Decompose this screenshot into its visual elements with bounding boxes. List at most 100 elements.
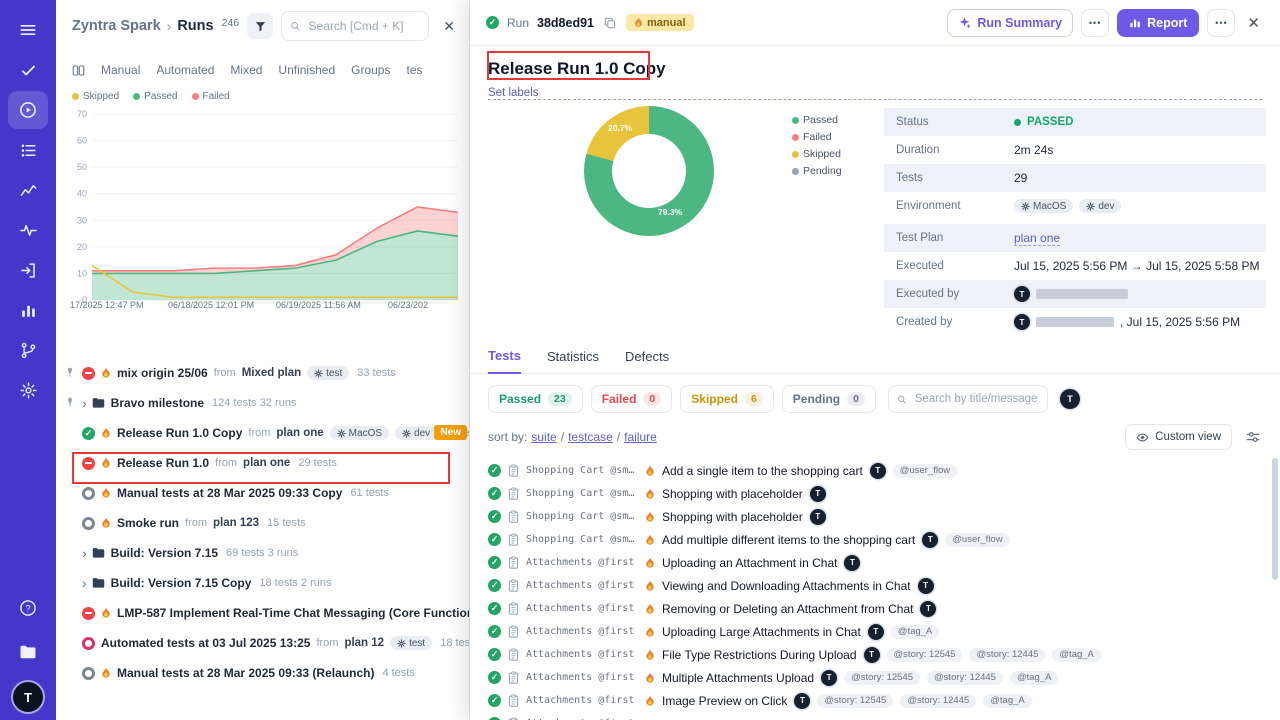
search-icon — [897, 394, 907, 405]
close-icon[interactable]: ✕ — [437, 16, 461, 37]
filter-chip-pending[interactable]: Pending0 — [782, 385, 876, 413]
run-list-item[interactable]: Automated tests at 03 Jul 2025 13:25from… — [56, 628, 469, 658]
run-list-item[interactable]: Release Run 1.0fromplan one29 tests — [56, 448, 469, 478]
testcase-icon — [508, 648, 519, 661]
assignee-avatar[interactable]: T — [868, 624, 884, 640]
assignee-avatar[interactable]: T — [810, 509, 826, 525]
assignee-avatar[interactable]: T — [918, 578, 934, 594]
expand-chevron-icon[interactable]: › — [82, 576, 87, 590]
runs-tab-tes[interactable]: tes — [406, 63, 422, 77]
filter-chip-skipped[interactable]: Skipped6 — [680, 385, 774, 413]
runs-tab-automated[interactable]: Automated — [156, 63, 214, 77]
sort-by-suite[interactable]: suite — [531, 430, 556, 444]
user-avatar[interactable]: T — [13, 682, 43, 712]
test-row[interactable]: ✓Attachments @firstRemoving or Deleting … — [488, 597, 1266, 620]
plan-name[interactable]: plan one — [243, 457, 290, 469]
set-labels-link[interactable]: Set labels — [488, 87, 1262, 100]
test-row[interactable]: ✓Attachments @firstImage Preview on Clic… — [488, 689, 1266, 712]
breadcrumb-project[interactable]: Zyntra Spark — [72, 18, 161, 34]
runs-tab-unfinished[interactable]: Unfinished — [278, 63, 335, 77]
runs-tab-groups[interactable]: Groups — [351, 63, 390, 77]
plan-name[interactable]: Mixed plan — [242, 367, 301, 379]
close-drawer-icon[interactable]: ✕ — [1243, 12, 1264, 34]
folder-icon[interactable] — [8, 633, 48, 671]
sort-by-failure[interactable]: failure — [624, 430, 657, 444]
svg-text:30: 30 — [77, 215, 87, 225]
plan-name[interactable]: plan 123 — [213, 517, 259, 529]
run-list-item[interactable]: Manual tests at 28 Mar 2025 09:33 (Relau… — [56, 658, 469, 688]
results-donut-chart: 20.7% 79.3% — [584, 106, 714, 236]
test-row[interactable]: ✓Attachments @firstFile Type Restriction… — [488, 643, 1266, 666]
assignee-avatar[interactable]: T — [844, 555, 860, 571]
sort-by-testcase[interactable]: testcase — [568, 430, 613, 444]
run-list-item[interactable]: ›Bravo milestone124 tests 32 runs — [56, 388, 469, 418]
more-options-icon[interactable]: ••• — [1081, 9, 1109, 37]
activity-icon[interactable] — [8, 211, 48, 249]
help-icon[interactable]: ? — [8, 589, 48, 627]
bar-chart-icon[interactable] — [8, 291, 48, 329]
menu-icon[interactable] — [8, 11, 48, 49]
filter-chip-failed[interactable]: Failed0 — [591, 385, 673, 413]
user-avatar: T — [1014, 286, 1030, 302]
assignee-avatar[interactable]: T — [920, 601, 936, 617]
test-row[interactable]: ✓Attachments @firstMultiple Attachments … — [488, 666, 1266, 689]
run-list-item[interactable]: Smoke runfromplan 12315 tests — [56, 508, 469, 538]
line-chart-icon[interactable] — [8, 171, 48, 209]
play-circle-icon[interactable] — [8, 91, 48, 129]
gear-icon[interactable] — [8, 371, 48, 409]
report-button[interactable]: Report — [1117, 9, 1199, 37]
flame-icon — [101, 667, 111, 679]
test-row[interactable]: ✓Attachments @firstUploading Large Attac… — [488, 620, 1266, 643]
assignee-avatar[interactable]: T — [810, 486, 826, 502]
tab-statistics[interactable]: Statistics — [547, 349, 599, 373]
branch-icon[interactable] — [8, 331, 48, 369]
breadcrumb-current: Runs — [177, 18, 213, 34]
runs-tab-mixed[interactable]: Mixed — [230, 63, 262, 77]
test-row[interactable]: ✓Shopping Cart @sm…Shopping with placeho… — [488, 482, 1266, 505]
assignee-filter-button[interactable]: T — [1058, 387, 1082, 411]
test-row[interactable]: ✓Attachments @first — [488, 712, 1266, 720]
plan-name[interactable]: plan 12 — [344, 637, 384, 649]
runs-search-input[interactable] — [307, 18, 421, 34]
assignee-avatar[interactable]: T — [922, 532, 938, 548]
run-summary-button[interactable]: Run Summary — [947, 9, 1073, 37]
test-row[interactable]: ✓Shopping Cart @sm…Shopping with placeho… — [488, 505, 1266, 528]
test-row[interactable]: ✓Shopping Cart @sm…Add multiple differen… — [488, 528, 1266, 551]
run-list-item[interactable]: LMP-587 Implement Real-Time Chat Messagi… — [56, 598, 469, 628]
test-row[interactable]: ✓Shopping Cart @sm…Add a single item to … — [488, 459, 1266, 482]
run-list-item[interactable]: mix origin 25/06fromMixed plan test33 te… — [56, 358, 469, 388]
assignee-avatar[interactable]: T — [821, 670, 837, 686]
expand-chevron-icon[interactable]: › — [82, 546, 87, 560]
status-passed-icon: ✓ — [82, 427, 95, 440]
run-list-item[interactable]: ›Build: Version 7.1569 tests 3 runs — [56, 538, 469, 568]
test-row[interactable]: ✓Attachments @firstViewing and Downloadi… — [488, 574, 1266, 597]
expand-chevron-icon[interactable]: › — [82, 396, 87, 410]
more-options-icon[interactable]: ••• — [1207, 9, 1235, 37]
assignee-avatar[interactable]: T — [870, 463, 886, 479]
plan-name[interactable]: plan one — [276, 427, 323, 439]
run-list-item[interactable]: ›Build: Version 7.15 Copy18 tests 2 runs — [56, 568, 469, 598]
tests-search-input[interactable] — [913, 392, 1039, 406]
scrollbar-thumb[interactable] — [1272, 458, 1278, 580]
display-settings-icon[interactable] — [1244, 428, 1262, 446]
detail-tabs: Tests Statistics Defects — [470, 342, 1280, 374]
run-list-item[interactable]: Manual tests at 28 Mar 2025 09:33 Copy61… — [56, 478, 469, 508]
tab-defects[interactable]: Defects — [625, 349, 669, 373]
tab-tests[interactable]: Tests — [488, 348, 521, 374]
test-row[interactable]: ✓Attachments @firstUploading an Attachme… — [488, 551, 1266, 574]
test-plan-link[interactable]: plan one — [1014, 231, 1060, 246]
run-list-item[interactable]: ✓Release Run 1.0 Copyfromplan one MacOS … — [56, 418, 469, 448]
svg-text:70: 70 — [77, 109, 87, 119]
filter-funnel-icon[interactable] — [247, 13, 273, 39]
custom-view-button[interactable]: Custom view — [1125, 424, 1232, 450]
filter-chip-passed[interactable]: Passed23 — [488, 385, 583, 413]
list-icon[interactable] — [8, 131, 48, 169]
from-label: from — [185, 517, 207, 529]
assignee-avatar[interactable]: T — [794, 693, 810, 709]
exit-box-icon[interactable] — [8, 251, 48, 289]
copy-run-id-icon[interactable] — [602, 17, 618, 29]
assignee-avatar[interactable]: T — [864, 647, 880, 663]
runs-tab-manual[interactable]: Manual — [101, 63, 140, 77]
check-icon[interactable] — [8, 51, 48, 89]
suite-label: Attachments @first — [526, 649, 638, 660]
